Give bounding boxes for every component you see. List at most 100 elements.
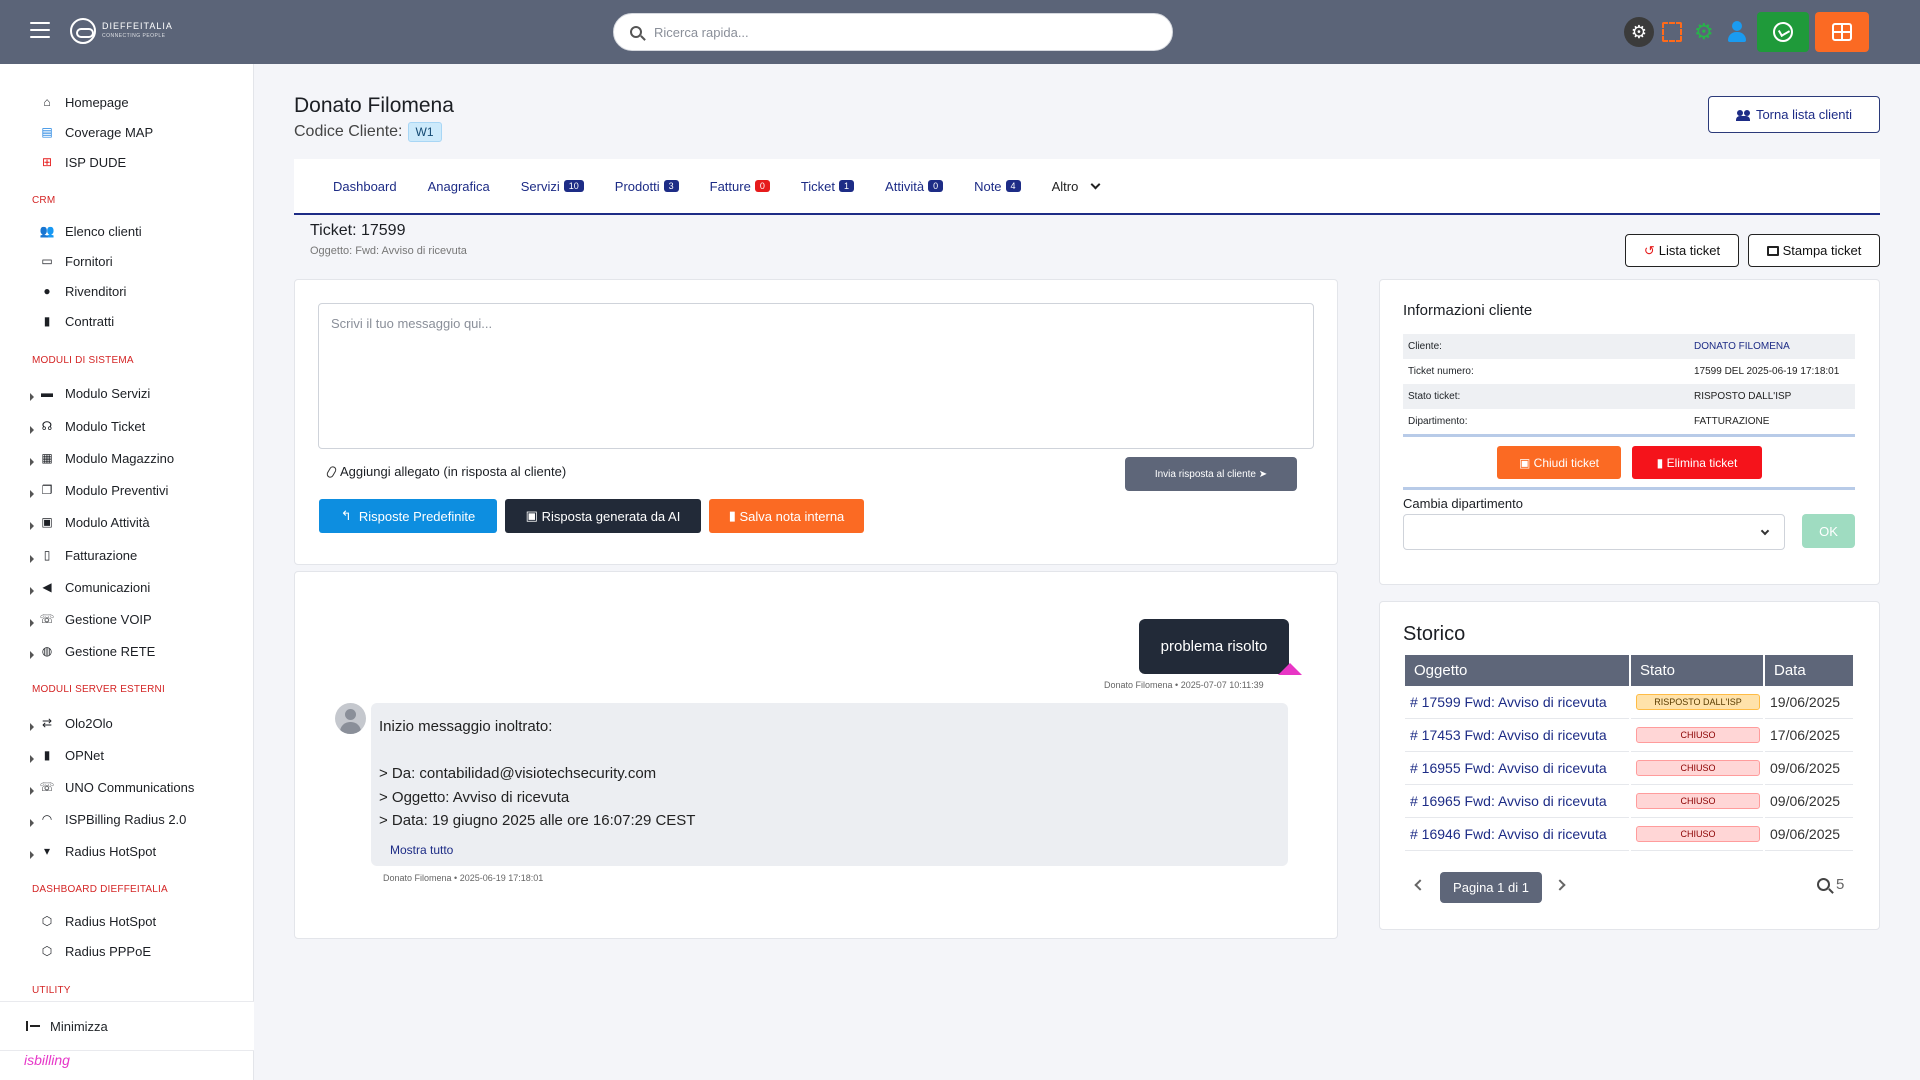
save-internal-note-button[interactable]: ▮ Salva nota interna — [709, 499, 864, 533]
section-dashboard: DASHBOARD DIEFFEITALIA — [32, 884, 168, 895]
info-value: 17599 DEL 2025-06-19 17:18:01 — [1694, 366, 1840, 377]
caret-icon — [30, 587, 34, 595]
ai-reply-button[interactable]: ▣ Risposta generata da AI — [505, 499, 701, 533]
sidebar-item-modulo-preventivi[interactable]: ❐ Modulo Preventivi — [40, 479, 169, 501]
tab-prodotti[interactable]: Prodotti 3 — [615, 179, 679, 194]
status-badge: RISPOSTO DALL'ISP — [1636, 694, 1760, 710]
sidebar-item-dash-radius-hotspot[interactable]: ⬡ Radius HotSpot — [40, 910, 156, 932]
sidebar-item-radius-hotspot[interactable]: ▾ Radius HotSpot — [40, 840, 156, 862]
sidebar-item-rivenditori[interactable]: ● Rivenditori — [40, 280, 126, 302]
ok-button[interactable]: OK — [1802, 514, 1855, 548]
message-bubble-agent: problema risolto — [1139, 619, 1289, 674]
sidebar-item-fornitori[interactable]: ▭ Fornitori — [40, 250, 112, 272]
info-value[interactable]: DONATO FILOMENA — [1689, 334, 1855, 359]
back-to-clients-label: Torna lista clienti — [1755, 107, 1853, 122]
caret-icon — [30, 555, 34, 563]
print-ticket-label: Stampa ticket — [1782, 243, 1862, 258]
search-input[interactable] — [654, 24, 1134, 40]
section-moduli-esterni: MODULI SERVER ESTERNI — [32, 684, 165, 695]
tab-altro[interactable]: Altro — [1052, 179, 1101, 194]
minimize-button[interactable]: Minimizza — [0, 1001, 254, 1051]
logo[interactable]: DIEFFEITALIA CONNECTING PEOPLE — [70, 18, 173, 44]
history-subject-link[interactable]: # 16965 Fwd: Avviso di ricevuta — [1405, 785, 1629, 818]
tab-badge: 0 — [754, 180, 770, 192]
close-ticket-button[interactable]: ▣ Chiudi ticket — [1497, 446, 1621, 479]
sidebar-item-gestione-rete[interactable]: ◍ Gestione RETE — [40, 640, 156, 662]
history-subject-link[interactable]: # 16955 Fwd: Avviso di ricevuta — [1405, 752, 1629, 785]
sidebar-item-opnet[interactable]: ▮ OPNet — [40, 744, 104, 766]
quick-search[interactable] — [613, 13, 1173, 51]
tab-anagrafica[interactable]: Anagrafica — [428, 179, 490, 194]
caret-icon — [30, 393, 34, 401]
delete-ticket-button[interactable]: ▮ Elimina ticket — [1632, 446, 1762, 479]
sidebar-item-coverage-map[interactable]: ▤ Coverage MAP — [40, 121, 153, 143]
tab-attivita[interactable]: Attività 0 — [885, 178, 944, 194]
sidebar-item-modulo-servizi[interactable]: ▬ Modulo Servizi — [40, 382, 150, 404]
sidebar-item-ispbilling-radius[interactable]: ◠ ISPBilling Radius 2.0 — [40, 808, 187, 830]
history-subject-link[interactable]: # 17599 Fwd: Avviso di ricevuta — [1405, 686, 1629, 719]
logo-text: DIEFFEITALIA — [102, 21, 173, 31]
tab-servizi[interactable]: Servizi 10 — [521, 179, 584, 194]
history-table: Oggetto Stato Data # 17599 Fwd: Avviso d… — [1403, 655, 1855, 851]
user-icon[interactable] — [1727, 21, 1747, 43]
sidebar-item-isp-dude[interactable]: ⊞ ISP DUDE — [40, 151, 126, 173]
predefined-replies-button[interactable]: ↰ Risposte Predefinite — [319, 499, 497, 533]
tab-note[interactable]: Note 4 — [974, 179, 1021, 194]
change-department-label: Cambia dipartimento — [1403, 496, 1523, 511]
sidebar-item-gestione-voip[interactable]: ☏ Gestione VOIP — [40, 608, 152, 630]
send-reply-button[interactable]: Invia risposta al cliente ➤ — [1125, 457, 1297, 491]
print-ticket-button[interactable]: Stampa ticket — [1748, 234, 1880, 267]
sidebar-item-label: Gestione RETE — [65, 643, 156, 659]
department-select[interactable] — [1403, 514, 1785, 550]
info-value: FATTURAZIONE — [1694, 416, 1770, 427]
client-tabs: Dashboard Anagrafica Servizi 10 Prodotti 3… — [294, 159, 1880, 215]
phone-icon: ☏ — [39, 780, 55, 794]
sidebar-item-olo2olo[interactable]: ⇄ Olo2Olo — [40, 712, 113, 734]
menu-icon[interactable] — [30, 22, 50, 38]
history-count[interactable]: 5 — [1817, 876, 1844, 893]
info-row: Ticket numero: 17599 DEL 2025-06-19 17:18… — [1403, 359, 1855, 384]
tab-fatture[interactable]: Fatture 0 — [710, 179, 770, 194]
settings-gear-icon[interactable]: ⚙ — [1624, 17, 1654, 47]
message-textarea[interactable] — [318, 303, 1314, 449]
whatsapp-button[interactable] — [1757, 12, 1809, 52]
sidebar-item-dash-radius-pppoe[interactable]: ⬡ Radius PPPoE — [40, 940, 151, 962]
history-subject-link[interactable]: # 16946 Fwd: Avviso di ricevuta — [1405, 818, 1629, 851]
gear-green-icon[interactable]: ⚙ — [1694, 19, 1714, 45]
back-to-clients-button[interactable]: Torna lista clienti — [1708, 96, 1880, 133]
fullscreen-icon[interactable] — [1662, 22, 1682, 42]
sidebar-item-modulo-magazzino[interactable]: ▦ Modulo Magazzino — [40, 447, 174, 469]
sidebar-item-comunicazioni[interactable]: ◀ Comunicazioni — [40, 576, 150, 598]
history-subject-link[interactable]: # 17453 Fwd: Avviso di ricevuta — [1405, 719, 1629, 752]
sidebar-item-label: Modulo Ticket — [65, 418, 146, 434]
show-all-link[interactable]: Mostra tutto — [390, 839, 1280, 863]
message-line: Inizio messaggio inoltrato: — [379, 718, 553, 735]
mug-icon: ▾ — [43, 844, 51, 858]
caret-icon — [30, 723, 34, 731]
tab-dashboard[interactable]: Dashboard — [333, 179, 397, 194]
sidebar-item-homepage[interactable]: ⌂ Homepage — [40, 91, 128, 113]
client-info-title: Informazioni cliente — [1403, 302, 1533, 319]
tab-ticket[interactable]: Ticket 1 — [801, 179, 855, 194]
tab-label: Attività — [885, 178, 925, 194]
paper-plane-icon: ➤ — [1258, 468, 1268, 480]
history-date: 09/06/2025 — [1765, 818, 1853, 851]
status-badge: CHIUSO — [1636, 727, 1760, 743]
sidebar-item-uno-communications[interactable]: ☏ UNO Communications — [39, 776, 195, 798]
collapse-icon — [26, 1021, 40, 1031]
print-icon — [1766, 245, 1779, 256]
add-attachment-link[interactable]: Aggiungi allegato (in risposta al client… — [325, 464, 566, 479]
caret-icon — [30, 522, 34, 530]
minimize-label: Minimizza — [50, 1018, 108, 1034]
sidebar-item-elenco-clienti[interactable]: 👥 Elenco clienti — [40, 220, 142, 242]
sidebar-item-modulo-attivita[interactable]: ▣ Modulo Attività — [40, 511, 149, 533]
sidebar-item-contratti[interactable]: ▮ Contratti — [40, 310, 114, 332]
sidebar-item-label: Rivenditori — [65, 283, 127, 299]
tab-label: Prodotti — [614, 178, 660, 194]
users-icon — [1735, 109, 1752, 121]
apps-button[interactable] — [1815, 12, 1869, 52]
sidebar-item-modulo-ticket[interactable]: ☊ Modulo Ticket — [40, 415, 146, 437]
sidebar-item-fatturazione[interactable]: ▯ Fatturazione — [40, 544, 138, 566]
page-title: Donato Filomena — [294, 94, 454, 117]
ticket-list-button[interactable]: ↺ Lista ticket — [1625, 234, 1739, 267]
